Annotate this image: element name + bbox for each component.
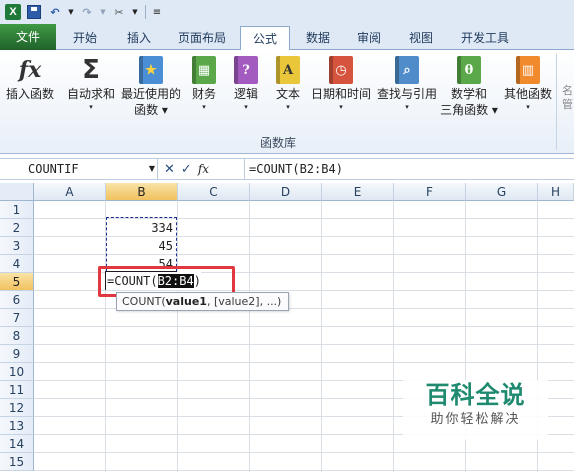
name-box[interactable]: COUNTIF — [0, 159, 158, 179]
text-book-icon: A — [272, 54, 304, 86]
row-header-7[interactable]: 7 — [0, 309, 34, 327]
column-header-b[interactable]: B — [106, 183, 178, 201]
grid-line — [321, 201, 322, 472]
star-book-icon: ★ — [135, 54, 167, 86]
row-header-3[interactable]: 3 — [0, 237, 34, 255]
column-header-d[interactable]: D — [250, 183, 322, 201]
tooltip-function-name: COUNT( — [122, 295, 166, 308]
row-header-6[interactable]: 6 — [0, 291, 34, 309]
tab-page-layout[interactable]: 页面布局 — [170, 26, 234, 50]
cancel-icon[interactable]: ✕ — [164, 162, 175, 177]
formula-buttons: ✕ ✓ fx — [162, 159, 238, 179]
logic-book-icon: ? — [230, 54, 262, 86]
tooltip-current-argument: value1 — [165, 295, 207, 308]
sigma-icon: Σ — [82, 55, 100, 85]
column-header-f[interactable]: F — [394, 183, 466, 201]
tab-file[interactable]: 文件 — [0, 24, 56, 50]
ribbon-tabs: 文件 开始 插入 页面布局 公式 数据 审阅 视图 开发工具 — [0, 24, 574, 51]
name-manager-clipped[interactable]: 名 管 — [562, 84, 574, 112]
grid-line — [34, 344, 574, 345]
undo-icon[interactable]: ↶ — [46, 3, 64, 21]
row-header-5[interactable]: 5 — [0, 273, 34, 291]
watermark-subtitle: 助你轻松解决 — [430, 412, 521, 427]
tab-formulas[interactable]: 公式 — [240, 26, 290, 51]
tooltip-remaining-arguments: , [value2], ...) — [206, 295, 282, 308]
column-header-e[interactable]: E — [322, 183, 394, 201]
name-box-dropdown-icon[interactable]: ▼ — [146, 159, 158, 179]
financial-button[interactable]: ▦ 财务 ▾ — [186, 54, 222, 112]
row-header-8[interactable]: 8 — [0, 327, 34, 345]
more-functions-button[interactable]: ▥ 其他函数 ▾ — [500, 54, 556, 112]
tab-insert[interactable]: 插入 — [116, 26, 162, 50]
recent-functions-button[interactable]: ★ 最近使用的 函数 ▾ — [120, 54, 182, 118]
grid-line — [177, 201, 178, 472]
quick-access-toolbar: X ↶ ▼ ↷ ▼ ✂ ▼ ≡ — [0, 0, 574, 24]
formula-input[interactable]: =COUNT(B2:B4) — [244, 159, 574, 179]
row-header-15[interactable]: 15 — [0, 453, 34, 471]
row-header-12[interactable]: 12 — [0, 399, 34, 417]
toolbar-separator — [145, 5, 146, 19]
tab-home[interactable]: 开始 — [62, 26, 108, 50]
row-header-4[interactable]: 4 — [0, 255, 34, 273]
finance-book-icon: ▦ — [188, 54, 220, 86]
fx-icon: fx — [18, 57, 42, 83]
autosum-button[interactable]: Σ 自动求和 ▾ — [62, 54, 120, 112]
grid-line — [34, 362, 574, 363]
select-all-corner[interactable] — [0, 183, 34, 201]
column-header-h[interactable]: H — [538, 183, 574, 201]
logical-button[interactable]: ? 逻辑 ▾ — [228, 54, 264, 112]
redo-dropdown-icon[interactable]: ▼ — [99, 3, 107, 21]
date-book-icon: ◷ — [325, 54, 357, 86]
tools-icon[interactable]: ✂ — [110, 3, 128, 21]
watermark-logo: 百科全说 助你轻松解决 — [403, 380, 548, 440]
customize-toolbar-icon[interactable]: ≡ — [152, 3, 162, 21]
row-header-10[interactable]: 10 — [0, 363, 34, 381]
insert-function-button[interactable]: fx 插入函数 — [2, 54, 58, 102]
grid-line — [34, 452, 574, 453]
function-library-group-label: 函数库 — [259, 136, 296, 150]
excel-logo-icon: X — [4, 3, 22, 21]
ribbon-formulas: fx 插入函数 Σ 自动求和 ▾ ★ 最近使用的 函数 ▾ ▦ 财务 ▾ ? 逻… — [0, 50, 574, 154]
lookup-book-icon: ⌕ — [391, 54, 423, 86]
text-functions-button[interactable]: A 文本 ▾ — [270, 54, 306, 112]
math-trig-button[interactable]: θ 数学和 三角函数 ▾ — [440, 54, 498, 118]
watermark-title: 百科全说 — [425, 381, 526, 409]
row-header-13[interactable]: 13 — [0, 417, 34, 435]
lookup-reference-button[interactable]: ⌕ 查找与引用 ▾ — [376, 54, 438, 112]
fx-icon[interactable]: fx — [198, 162, 209, 176]
row-header-14[interactable]: 14 — [0, 435, 34, 453]
math-book-icon: θ — [453, 54, 485, 86]
tab-data[interactable]: 数据 — [296, 26, 340, 50]
undo-dropdown-icon[interactable]: ▼ — [67, 3, 75, 21]
ribbon-group-divider — [556, 54, 557, 150]
row-header-9[interactable]: 9 — [0, 345, 34, 363]
tab-view[interactable]: 视图 — [398, 26, 444, 50]
tools-dropdown-icon[interactable]: ▼ — [131, 3, 139, 21]
grid-line — [34, 470, 574, 471]
column-header-a[interactable]: A — [34, 183, 106, 201]
redo-icon[interactable]: ↷ — [78, 3, 96, 21]
date-time-button[interactable]: ◷ 日期和时间 ▾ — [310, 54, 372, 112]
row-header-1[interactable]: 1 — [0, 201, 34, 219]
grid-line — [34, 326, 574, 327]
save-icon[interactable] — [25, 3, 43, 21]
more-book-icon: ▥ — [512, 54, 544, 86]
tab-developer[interactable]: 开发工具 — [452, 26, 518, 50]
grid-line — [34, 308, 574, 309]
grid-line — [393, 201, 394, 472]
column-header-g[interactable]: G — [466, 183, 538, 201]
column-header-c[interactable]: C — [178, 183, 250, 201]
row-header-11[interactable]: 11 — [0, 381, 34, 399]
range-reference-marquee — [106, 217, 177, 272]
grid-line — [249, 201, 250, 472]
tab-review[interactable]: 审阅 — [346, 26, 392, 50]
row-header-2[interactable]: 2 — [0, 219, 34, 237]
function-tooltip[interactable]: COUNT(value1, [value2], ...) — [116, 292, 289, 311]
enter-icon[interactable]: ✓ — [181, 162, 192, 177]
formula-bar: COUNTIF ▼ ✕ ✓ fx =COUNT(B2:B4) — [0, 158, 574, 180]
